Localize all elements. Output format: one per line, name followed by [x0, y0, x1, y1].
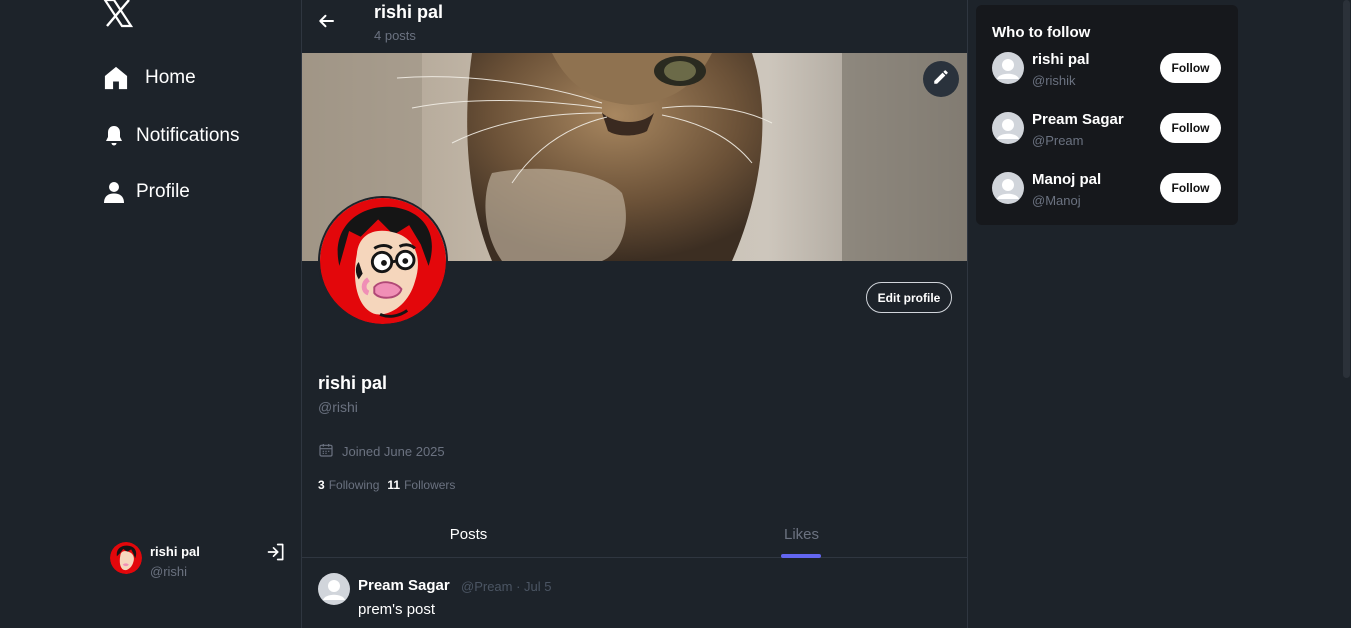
suggestion-item[interactable]: Manoj pal @Manoj Follow — [992, 171, 1222, 211]
logout-icon[interactable] — [266, 542, 286, 567]
followers-link[interactable]: 11 Followers — [387, 478, 455, 492]
x-logo-icon[interactable] — [103, 0, 134, 28]
suggestion-item[interactable]: Pream Sagar @Pream Follow — [992, 111, 1222, 151]
follow-stats: 3 Following 11 Followers — [318, 478, 455, 492]
nav-label-notifications: Notifications — [136, 125, 240, 146]
post-author[interactable]: Pream Sagar — [358, 577, 450, 594]
profile-name: rishi pal — [318, 373, 388, 393]
scrollbar-thumb[interactable] — [1343, 0, 1350, 378]
tab-likes[interactable]: Likes — [635, 511, 967, 557]
nav-item-profile[interactable]: Profile — [102, 174, 190, 210]
current-user-handle: @rishi — [150, 564, 188, 579]
bell-icon — [102, 124, 126, 148]
who-to-follow-title: Who to follow — [992, 24, 1091, 41]
suggestion-handle: @Manoj — [1032, 193, 1081, 208]
default-avatar-icon — [992, 52, 1024, 84]
left-sidebar: Home Notifications Profile rishi pal @ri… — [0, 0, 301, 628]
nav-label-home: Home — [145, 67, 196, 88]
home-icon — [102, 64, 130, 92]
following-count: 3 — [318, 478, 325, 492]
tab-posts[interactable]: Posts — [302, 511, 635, 557]
pencil-icon — [932, 68, 950, 91]
avatar — [110, 542, 142, 574]
post-count: 4 posts — [374, 28, 416, 43]
suggestion-handle: @Pream — [1032, 133, 1084, 148]
profile-tabs: Posts Likes — [302, 511, 967, 558]
suggestion-handle: @rishik — [1032, 73, 1076, 88]
suggestion-item[interactable]: rishi pal @rishik Follow — [992, 51, 1222, 91]
followers-label: Followers — [404, 478, 456, 492]
following-link[interactable]: 3 Following — [318, 478, 379, 492]
default-avatar-icon[interactable] — [318, 573, 350, 605]
profile-header: rishi pal 4 posts — [302, 0, 967, 52]
page-title: rishi pal — [374, 2, 444, 22]
nav-item-home[interactable]: Home — [102, 60, 196, 96]
edit-cover-button[interactable] — [923, 61, 959, 97]
calendar-icon — [318, 442, 334, 461]
joined-text: Joined June 2025 — [342, 444, 445, 459]
edit-profile-button[interactable]: Edit profile — [866, 282, 952, 313]
post-text: prem's post — [358, 601, 436, 618]
profile-handle: @rishi — [318, 399, 358, 415]
profile-avatar[interactable] — [318, 196, 448, 326]
current-user-name: rishi pal — [150, 544, 200, 559]
active-tab-indicator — [781, 554, 821, 558]
app-root: Home Notifications Profile rishi pal @ri… — [0, 0, 1351, 628]
user-icon — [102, 180, 126, 204]
nav-label-profile: Profile — [136, 181, 190, 202]
followers-count: 11 — [387, 478, 401, 492]
back-arrow-icon[interactable] — [318, 12, 336, 35]
default-avatar-icon — [992, 172, 1024, 204]
post-meta: @Pream · Jul 5 — [461, 579, 552, 594]
follow-button[interactable]: Follow — [1160, 113, 1221, 143]
follow-button[interactable]: Follow — [1160, 173, 1221, 203]
suggestion-name: rishi pal — [1032, 51, 1090, 68]
nav-item-notifications[interactable]: Notifications — [102, 118, 240, 154]
suggestion-name: Manoj pal — [1032, 171, 1102, 188]
post-item[interactable]: Pream Sagar @Pream · Jul 5 prem's post — [302, 559, 967, 628]
follow-button[interactable]: Follow — [1160, 53, 1221, 83]
profile-main: rishi pal 4 posts Edit profile rishi pal… — [301, 0, 968, 628]
suggestion-name: Pream Sagar — [1032, 111, 1124, 128]
current-user-card[interactable]: rishi pal @rishi — [110, 541, 290, 581]
following-label: Following — [328, 478, 380, 492]
page-scrollbar[interactable] — [1342, 0, 1351, 628]
default-avatar-icon — [992, 112, 1024, 144]
joined-date: Joined June 2025 — [318, 442, 445, 461]
who-to-follow-panel: Who to follow rishi pal @rishik Follow P… — [976, 5, 1238, 225]
